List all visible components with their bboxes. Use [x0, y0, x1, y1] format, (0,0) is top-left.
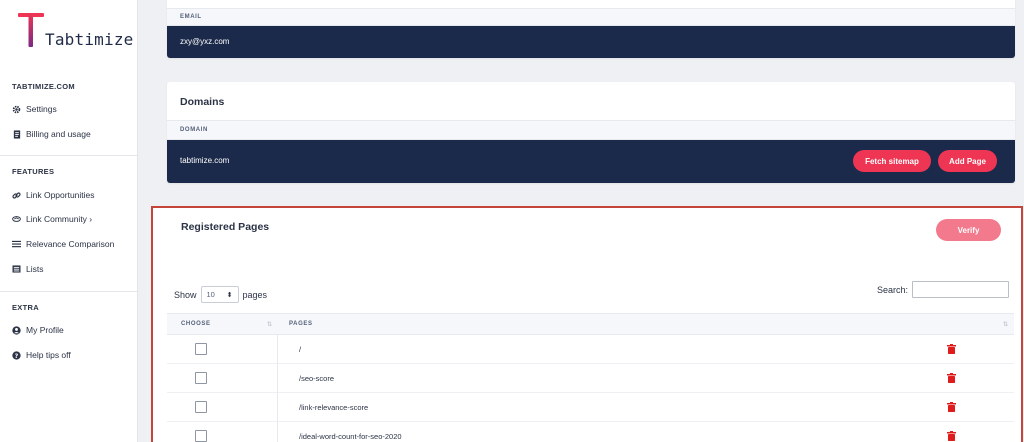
email-value: zxy@yxz.com — [180, 37, 230, 46]
row-checkbox[interactable] — [195, 401, 207, 413]
sidebar-item-lists[interactable]: Lists — [12, 264, 43, 274]
sidebar-item-link-opportunities[interactable]: Link Opportunities — [12, 190, 95, 200]
table-row: /link-relevance-score — [167, 393, 1014, 422]
table-row: /ideal-word-count-for-seo-2020 — [167, 422, 1014, 442]
document-icon — [12, 129, 21, 139]
handshake-icon — [12, 215, 21, 224]
column-divider — [277, 393, 278, 422]
domain-column-header: DOMAIN — [180, 127, 208, 133]
column-divider — [277, 422, 278, 442]
search-control: Search: — [877, 281, 1009, 298]
table-row: /seo-score — [167, 364, 1014, 393]
logo-wordmark: Tabtimize — [45, 30, 134, 49]
pages-column-header[interactable]: PAGES — [289, 321, 313, 327]
bars-icon — [12, 240, 21, 249]
page-path: / — [299, 345, 302, 354]
sidebar-item-label: My Profile — [26, 325, 64, 335]
sidebar-divider — [0, 155, 137, 156]
updown-chevron-icon: ⬍ — [226, 291, 233, 299]
registered-pages-panel: Registered Pages Verify Show 10 ⬍ pages … — [151, 206, 1023, 442]
trash-icon[interactable] — [947, 344, 956, 354]
sidebar-item-label: Settings — [26, 104, 57, 114]
column-divider — [277, 335, 278, 364]
sidebar-item-label: Link Community › — [26, 214, 93, 224]
page-path: /seo-score — [299, 374, 335, 383]
sidebar-item-link-community[interactable]: Link Community › — [12, 214, 92, 224]
email-card: EMAIL zxy@yxz.com — [167, 0, 1015, 58]
trash-icon[interactable] — [947, 373, 956, 383]
email-row: zxy@yxz.com — [167, 26, 1015, 58]
svg-text:?: ? — [15, 352, 19, 359]
sidebar-item-label: Link Opportunities — [26, 190, 95, 200]
gear-icon — [12, 105, 21, 114]
table-row: / — [167, 335, 1014, 364]
sort-arrows-icon[interactable]: ⇅ — [1003, 321, 1008, 328]
user-icon — [12, 325, 21, 335]
show-label: Show — [174, 289, 197, 300]
row-checkbox[interactable] — [195, 372, 207, 384]
sidebar-item-label: Relevance Comparison — [26, 239, 115, 249]
domain-value: tabtimize.com — [180, 156, 230, 165]
domain-header-row: DOMAIN — [167, 120, 1015, 140]
sidebar-item-billing[interactable]: Billing and usage — [12, 129, 91, 139]
list-icon — [12, 265, 21, 274]
choose-column-header[interactable]: CHOOSE — [181, 321, 211, 327]
domain-row: tabtimize.com Fetch sitemap Add Page — [167, 140, 1015, 183]
sidebar-item-settings[interactable]: Settings — [12, 104, 57, 114]
column-divider — [277, 364, 278, 393]
verify-button[interactable]: Verify — [936, 219, 1001, 241]
sidebar-item-label: Help tips off — [26, 350, 71, 360]
domains-title: Domains — [180, 96, 225, 108]
account-heading: TABTIMIZE.COM — [12, 82, 75, 91]
row-checkbox[interactable] — [195, 430, 207, 442]
sidebar-item-label: Billing and usage — [26, 129, 91, 139]
page-length-value: 10 — [206, 290, 215, 299]
sort-arrows-icon[interactable]: ⇅ — [267, 321, 272, 328]
sidebar-item-help-tips[interactable]: ? Help tips off — [12, 350, 71, 360]
tabtimize-logo[interactable]: Tabtimize — [17, 12, 133, 52]
trash-icon[interactable] — [947, 402, 956, 412]
page-path: /ideal-word-count-for-seo-2020 — [299, 432, 402, 441]
add-page-button[interactable]: Add Page — [938, 150, 997, 172]
search-input[interactable] — [912, 281, 1009, 298]
question-icon: ? — [12, 350, 21, 360]
sidebar-item-relevance-comparison[interactable]: Relevance Comparison — [12, 239, 114, 249]
page-length-control: Show 10 ⬍ pages — [174, 286, 267, 303]
row-checkbox[interactable] — [195, 343, 207, 355]
trash-icon[interactable] — [947, 431, 956, 441]
link-icon — [12, 191, 21, 200]
email-column-header: EMAIL — [180, 14, 202, 20]
fetch-sitemap-button[interactable]: Fetch sitemap — [853, 150, 931, 172]
sidebar-item-my-profile[interactable]: My Profile — [12, 325, 64, 335]
search-label: Search: — [876, 284, 908, 295]
page-length-select[interactable]: 10 ⬍ — [200, 286, 239, 303]
registered-pages-title: Registered Pages — [181, 221, 270, 233]
pages-table-header: CHOOSE ⇅ PAGES ⇅ — [167, 313, 1014, 335]
sidebar-item-label: Lists — [26, 264, 44, 274]
sidebar-divider — [0, 291, 137, 292]
pages-label: pages — [242, 289, 268, 300]
email-header-row: EMAIL — [167, 8, 1015, 26]
sidebar: Tabtimize TABTIMIZE.COM Settings Billing… — [0, 0, 138, 442]
domains-card: Domains DOMAIN tabtimize.com Fetch sitem… — [167, 82, 1015, 183]
page-path: /link-relevance-score — [299, 403, 369, 412]
features-heading: FEATURES — [12, 167, 55, 176]
extra-heading: EXTRA — [12, 303, 39, 312]
logo-t-mark-icon — [18, 13, 44, 47]
